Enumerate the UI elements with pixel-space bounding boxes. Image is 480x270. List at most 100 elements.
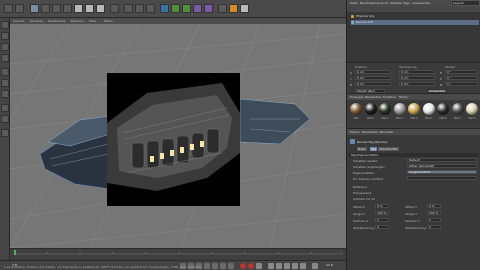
- attr-menu-benutzer[interactable]: Benutzer: [380, 130, 394, 134]
- menu-datei[interactable]: Datei: [350, 1, 358, 5]
- uv-param-label: Wiederholung U: [353, 226, 377, 230]
- menu-objekte[interactable]: Objekte: [390, 1, 402, 5]
- size-x-field[interactable]: 0 cm: [399, 70, 435, 74]
- menu-bearbeiten[interactable]: Bearbeiten: [360, 1, 376, 5]
- rotate-icon[interactable]: [63, 4, 72, 13]
- material-ball[interactable]: [393, 103, 406, 115]
- texture-mode-icon[interactable]: [1, 43, 9, 51]
- scale-icon[interactable]: [52, 4, 61, 13]
- snap-icon[interactable]: [1, 115, 9, 123]
- uv-param-label: Länge V: [405, 212, 418, 216]
- menu-ansicht[interactable]: Ansicht: [377, 1, 388, 5]
- menu-tags[interactable]: Tags: [403, 1, 410, 5]
- position-z-field[interactable]: 0 cm: [355, 82, 391, 86]
- attr-menu-bearbeiten[interactable]: Bearbeiten: [362, 130, 378, 134]
- timeline[interactable]: [10, 248, 346, 260]
- attr-menu-modus[interactable]: Modus: [350, 130, 360, 134]
- render-view-icon[interactable]: [124, 4, 133, 13]
- axis-y-label: Y: [350, 77, 352, 81]
- object-row-physical-sky[interactable]: Physical Sky: [351, 14, 479, 19]
- z-axis-icon[interactable]: [96, 4, 105, 13]
- points-mode-icon[interactable]: [1, 68, 9, 76]
- object-manager[interactable]: Physical Sky Raumschiff: [347, 6, 480, 62]
- mat-menu-funktion[interactable]: Funktion: [383, 95, 396, 99]
- undo-icon[interactable]: [4, 4, 13, 13]
- tab-objektbuffer[interactable]: Objektbuffer: [378, 147, 399, 151]
- angle-p-field[interactable]: 0 °: [445, 76, 478, 80]
- y-axis-icon[interactable]: [85, 4, 94, 13]
- render-settings-icon[interactable]: [146, 4, 155, 13]
- redo-icon[interactable]: [15, 4, 24, 13]
- uv-param-label: Kacheln V: [405, 219, 420, 223]
- array-icon[interactable]: [193, 4, 202, 13]
- material-ball[interactable]: [364, 103, 377, 115]
- receive-shadows-dropdown[interactable]: Gitter (Komplett): [407, 164, 477, 168]
- viewport-menu-filter[interactable]: Filter: [89, 19, 96, 23]
- tab-basis[interactable]: Basis: [357, 147, 367, 151]
- material-ball[interactable]: [408, 103, 420, 115]
- angle-h-field[interactable]: 0 °: [445, 70, 478, 74]
- timeline-ruler[interactable]: [14, 250, 342, 255]
- subdivision-icon[interactable]: [182, 4, 191, 13]
- material-ball[interactable]: [466, 103, 478, 115]
- uv-param-field[interactable]: 1: [375, 218, 389, 222]
- material-ball[interactable]: [451, 103, 464, 115]
- uv-param-field[interactable]: 100 %: [375, 211, 389, 215]
- position-y-field[interactable]: 0 cm: [355, 76, 391, 80]
- deformer-icon[interactable]: [204, 4, 213, 13]
- move-icon[interactable]: [41, 4, 50, 13]
- edges-mode-icon[interactable]: [1, 79, 9, 87]
- uv-param-field[interactable]: 1: [427, 218, 441, 222]
- material-ball[interactable]: [350, 103, 362, 115]
- viewport-menu-tafeln[interactable]: Tafeln: [104, 19, 113, 23]
- floor-icon[interactable]: [218, 4, 227, 13]
- position-x-field[interactable]: 0 cm: [355, 70, 391, 74]
- solo-icon[interactable]: [1, 129, 9, 137]
- axis-mode-icon[interactable]: [1, 104, 9, 112]
- cube-icon[interactable]: [160, 4, 169, 13]
- viewport-menu-ansicht[interactable]: Ansicht: [13, 19, 24, 23]
- x-axis-icon[interactable]: [74, 4, 83, 13]
- visible-camera-field[interactable]: [407, 176, 477, 180]
- 3d-viewport[interactable]: Ansicht Kameras Darstellung Optionen Fil…: [10, 18, 346, 248]
- size-z-field[interactable]: 0 cm: [399, 82, 435, 86]
- uv-param-field[interactable]: 100 %: [427, 211, 441, 215]
- angle-b-field[interactable]: 0 °: [445, 82, 478, 86]
- material-ball[interactable]: [422, 103, 435, 115]
- viewport-menu-darstellung[interactable]: Darstellung: [48, 19, 65, 23]
- right-panel: Datei Bearbeiten Ansicht Objekte Tags Le…: [346, 0, 480, 270]
- mat-menu-erzeugen[interactable]: Erzeugen: [350, 95, 364, 99]
- menu-lesezeichen[interactable]: Lesezeichen: [412, 1, 430, 5]
- material-ball[interactable]: [379, 103, 391, 115]
- camera-icon[interactable]: [229, 4, 238, 13]
- light-icon[interactable]: [240, 4, 249, 13]
- checkbox-sichtbar-gi[interactable]: Sichtbar für GI: [353, 197, 375, 201]
- checkbox-transparenz[interactable]: Transparenz: [353, 191, 371, 195]
- coordinate-system-icon[interactable]: [110, 4, 119, 13]
- checkbox-reflexion[interactable]: Reflexion: [353, 185, 367, 189]
- spline-pen-icon[interactable]: [171, 4, 180, 13]
- uv-param-field[interactable]: 0: [375, 225, 389, 229]
- tag-properties-section[interactable]: Tag-Eigenschaften: [349, 153, 479, 157]
- mat-menu-bearbeiten[interactable]: Bearbeiten: [365, 95, 381, 99]
- uv-param-field[interactable]: 0 %: [375, 204, 389, 208]
- uv-param-field[interactable]: 0 %: [427, 204, 441, 208]
- uv-param-field[interactable]: 0: [427, 225, 441, 229]
- live-selection-icon[interactable]: [30, 4, 39, 13]
- viewport-menu-kameras[interactable]: Kameras: [30, 19, 43, 23]
- viewport-menu-optionen[interactable]: Optionen: [70, 19, 84, 23]
- object-row-raumschiff[interactable]: Raumschiff: [351, 20, 479, 25]
- interactive-render-region[interactable]: [107, 73, 240, 206]
- size-y-field[interactable]: 0 cm: [399, 76, 435, 80]
- material-ball[interactable]: [437, 103, 449, 115]
- axis-x-label: X: [350, 71, 353, 75]
- tab-tag[interactable]: Tag: [370, 147, 378, 151]
- mat-menu-textur[interactable]: Textur: [399, 95, 408, 99]
- make-editable-icon[interactable]: [1, 21, 9, 29]
- model-mode-icon[interactable]: [1, 32, 9, 40]
- render-picture-viewer-icon[interactable]: [135, 4, 144, 13]
- cast-shadows-dropdown[interactable]: Default: [407, 158, 477, 162]
- self-shadow-dropdown[interactable]: Ausgeschaltet: [407, 170, 477, 174]
- polygons-mode-icon[interactable]: [1, 90, 9, 98]
- workplane-icon[interactable]: [1, 54, 9, 62]
